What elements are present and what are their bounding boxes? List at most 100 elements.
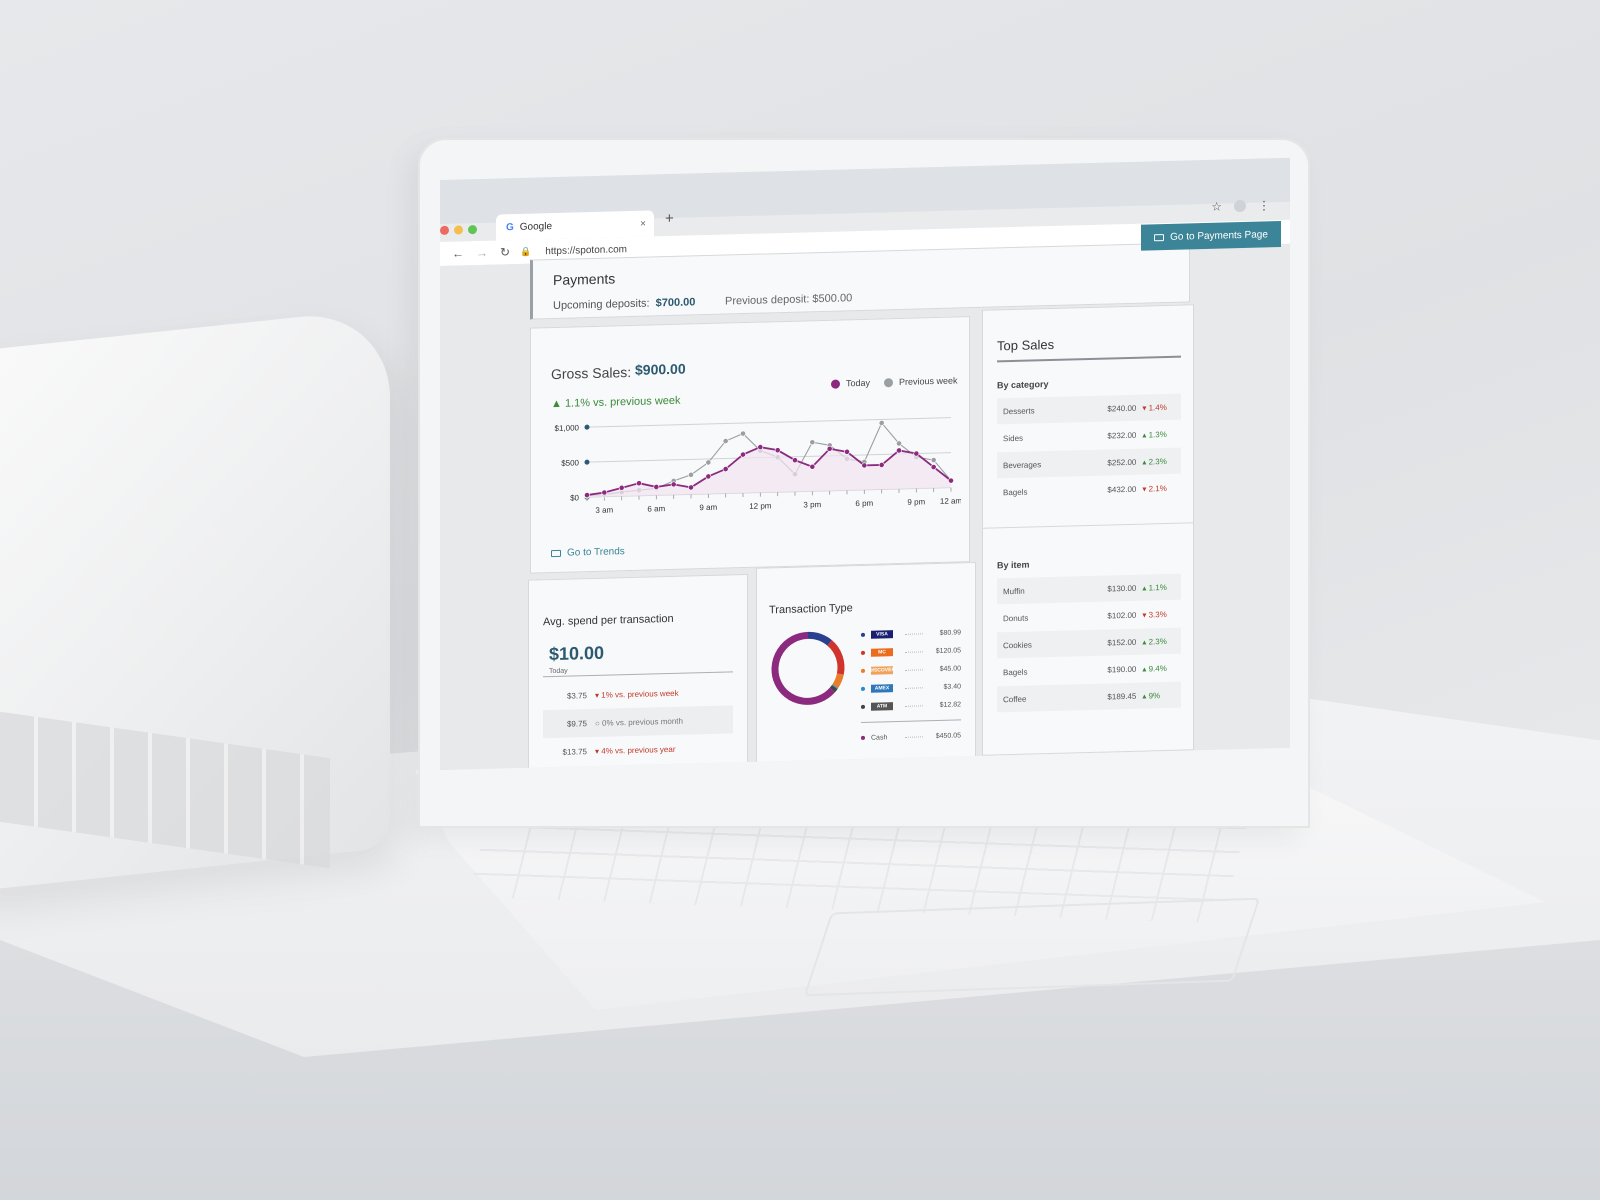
go-to-trends-link[interactable]: Go to Trends: [551, 546, 625, 559]
transaction-type-title: Transaction Type: [769, 602, 853, 617]
top_sales-by_item-row[interactable]: Muffin $130.00 ▴ 1.1%: [997, 573, 1181, 605]
today-point: [618, 484, 625, 491]
top_sales-by_item-row[interactable]: Coffee $189.45 ▴ 9%: [997, 681, 1181, 713]
top-sales-by-item-card: By item Muffin $130.00 ▴ 1.1% Donuts $102.00…: [982, 522, 1194, 756]
transaction-donut-chart: [771, 631, 845, 705]
chart-legend: Today Previous week: [831, 375, 958, 389]
avg-spend-card: Avg. spend per transaction $10.00 Today …: [528, 573, 748, 771]
cash-bullet: [861, 735, 865, 740]
legend-prev-label: Previous week: [899, 375, 958, 387]
today-point: [930, 464, 937, 470]
row-name: Cookies: [1003, 640, 1032, 650]
profile-avatar[interactable]: [1234, 199, 1246, 213]
back-arrow-icon[interactable]: ←: [452, 246, 464, 260]
leader-dots: [905, 668, 923, 671]
url-field[interactable]: https://spoton.com: [545, 244, 627, 257]
avg-spend-sub: Today: [549, 667, 568, 676]
avg-spend-title: Avg. spend per transaction: [543, 612, 674, 629]
row-name: Beverages: [1003, 459, 1042, 470]
today-point: [584, 492, 590, 498]
go-to-payments-button[interactable]: Go to Payments Page: [1141, 220, 1281, 251]
by-item-heading: By item: [997, 559, 1030, 571]
today-point: [896, 447, 902, 454]
leader-dots: [905, 650, 923, 653]
donut-slice: [832, 673, 844, 689]
today-point: [688, 484, 694, 491]
today-point: [705, 473, 712, 480]
x-tick-label: 9 pm: [907, 497, 925, 506]
x-tick-label: 9 am: [699, 503, 717, 512]
upcoming-deposits-value: $700.00: [655, 296, 696, 310]
donut-slice: [829, 685, 838, 693]
previous-week-point: [896, 440, 902, 447]
row-price: $240.00: [1107, 403, 1137, 414]
top_sales-by_category-row[interactable]: Beverages $252.00 ▴ 2.3%: [997, 447, 1181, 479]
row-change: ▾ 1.4%: [1142, 402, 1167, 413]
gross-sales-card: Gross Sales: $900.00 ▲ 1.1% vs. previous…: [530, 316, 970, 574]
close-window-button[interactable]: [440, 225, 449, 235]
today-point: [861, 462, 868, 469]
top_sales-by_item-row[interactable]: Donuts $102.00 ▾ 3.3%: [997, 601, 1181, 632]
top_sales-by_category-row[interactable]: Bagels $432.00 ▾ 2.1%: [997, 475, 1181, 506]
legend-today-swatch: [831, 379, 840, 389]
top_sales-by_category-row[interactable]: Desserts $240.00 ▾ 1.4%: [997, 393, 1181, 425]
lock-icon: 🔒: [520, 246, 532, 257]
top_sales-by_item-row[interactable]: Bagels $190.00 ▴ 9.4%: [997, 655, 1181, 686]
minimize-window-button[interactable]: [454, 225, 463, 235]
go-to-trends-label: Go to Trends: [567, 546, 625, 559]
avg-row-comparison: ○ 0% vs. previous month: [595, 716, 683, 728]
leader-dots: [905, 632, 923, 635]
by-category-heading: By category: [997, 379, 1049, 391]
forward-arrow-icon[interactable]: →: [476, 246, 488, 260]
today-point: [636, 480, 642, 487]
y-axis-dot: [584, 459, 590, 465]
donut-slice: [807, 631, 832, 646]
maximize-window-button[interactable]: [468, 225, 477, 235]
dashboard-page: Payments Upcoming deposits: $700.00 Previ…: [440, 220, 1290, 771]
transaction-divider: [861, 719, 961, 723]
browser-toolbar-right: ☆ ⋮: [1211, 198, 1270, 214]
avg-row-value: $13.75: [562, 746, 587, 757]
leader-dots: [905, 686, 923, 689]
row-price: $190.00: [1107, 664, 1137, 675]
leader-dots: [905, 704, 923, 707]
legend-today: Today: [831, 378, 870, 389]
today-point: [653, 484, 660, 490]
row-change: ▴ 1.3%: [1142, 429, 1167, 440]
today-point: [844, 448, 850, 455]
transaction-amount: $3.40: [943, 682, 961, 691]
top_sales-by_item-row[interactable]: Cookies $152.00 ▴ 2.3%: [997, 627, 1181, 659]
cash-amount: $450.05: [935, 731, 961, 740]
browser-menu-icon[interactable]: ⋮: [1258, 198, 1270, 212]
previous-week-point: [878, 420, 885, 426]
close-tab-icon[interactable]: ×: [640, 218, 646, 229]
avg-spend-divider: [543, 671, 733, 678]
transaction-row[interactable]: ATM $12.82: [861, 695, 961, 716]
today-point: [757, 444, 764, 451]
avg-row-value: $3.75: [566, 690, 587, 701]
upcoming-deposits-label: Upcoming deposits:: [553, 297, 650, 313]
legend-previous-week: Previous week: [884, 375, 958, 388]
x-tick-label: 12 am: [940, 496, 961, 506]
top-sales-divider: [997, 355, 1181, 363]
cash-row[interactable]: Cash $450.05: [861, 726, 961, 747]
avg-spend-value: $10.00: [549, 642, 605, 665]
avg-row-value: $9.75: [566, 718, 587, 729]
row-change: ▴ 2.3%: [1142, 636, 1167, 647]
previous-week-point: [740, 430, 746, 437]
transaction-bullet: [861, 686, 865, 691]
reload-icon[interactable]: ↻: [500, 245, 510, 259]
row-price: $432.00: [1107, 484, 1137, 495]
row-name: Bagels: [1003, 667, 1028, 677]
transaction-amount: $45.00: [939, 664, 961, 673]
new-tab-button[interactable]: +: [665, 210, 674, 227]
today-point: [740, 451, 746, 458]
y-tick-label: $1,000: [555, 423, 580, 433]
bookmark-star-icon[interactable]: ☆: [1211, 200, 1222, 214]
top_sales-by_category-row[interactable]: Sides $232.00 ▴ 1.3%: [997, 421, 1181, 452]
previous-week-point: [688, 471, 694, 478]
today-point: [826, 445, 833, 452]
today-point: [601, 489, 608, 496]
transaction-bullet: [861, 650, 865, 655]
payment-brand-logo: AMEX: [871, 684, 893, 693]
